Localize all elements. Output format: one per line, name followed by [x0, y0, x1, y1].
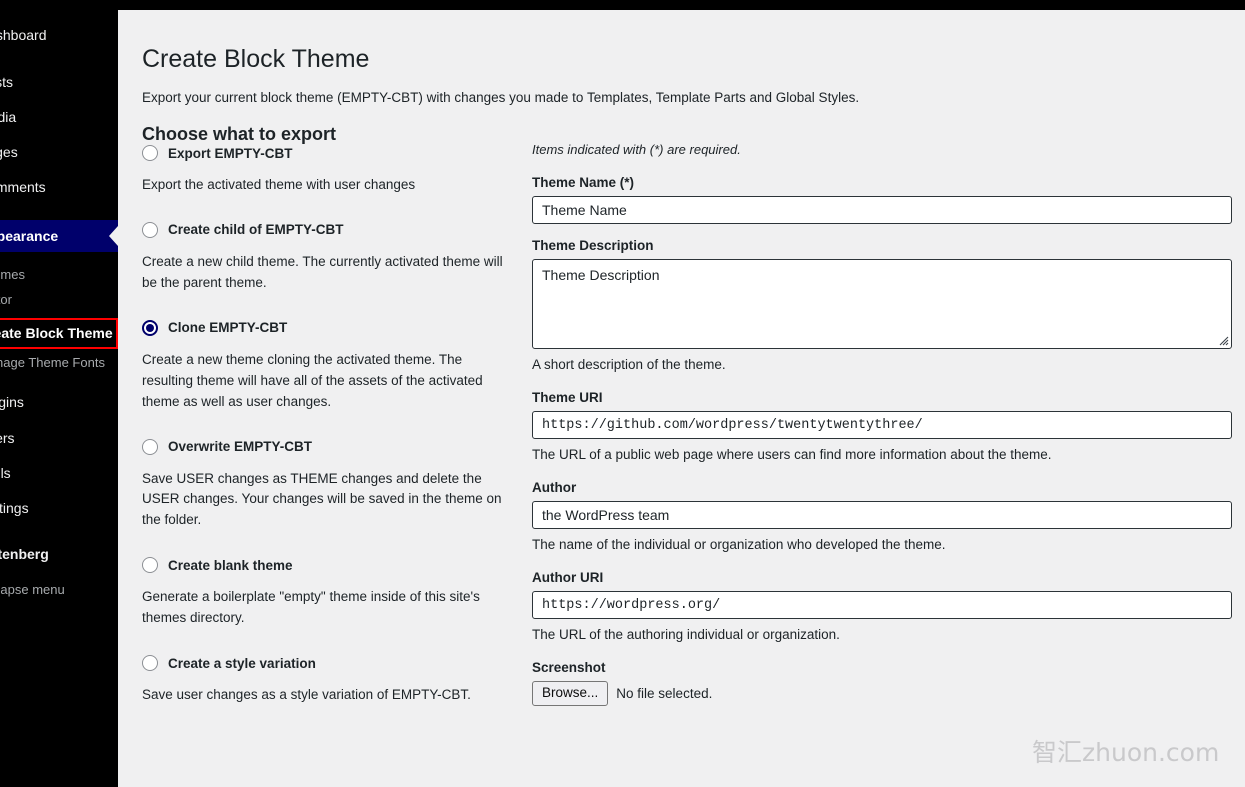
theme-name-label: Theme Name (*) — [532, 175, 635, 190]
theme-description-label: Theme Description — [532, 238, 654, 253]
sidebar-item-label: Posts — [0, 74, 14, 90]
sidebar-item-tools[interactable]: Tools — [0, 460, 118, 486]
export-option-description: Save user changes as a style variation o… — [142, 687, 471, 703]
sidebar-item-label: Appearance — [0, 228, 59, 244]
export-option-description: Create a new theme cloning the activated… — [142, 351, 483, 409]
sidebar-item-posts[interactable]: Posts — [0, 69, 118, 95]
sidebar-subitem-label: Manage Theme Fonts — [0, 355, 105, 370]
sidebar-subitem-label: Create Block Theme — [0, 325, 113, 341]
field-author: Author The name of the individual or org… — [532, 480, 1237, 552]
export-option-export-empty-cbt[interactable]: Export EMPTY-CBT Export the activated th… — [142, 142, 517, 196]
caret-right-icon — [109, 226, 118, 246]
sidebar-item-comments[interactable]: Comments — [0, 174, 118, 200]
export-option-label: Create a style variation — [168, 655, 316, 671]
sidebar-item-gutenberg[interactable]: Gutenberg — [0, 541, 118, 567]
sidebar-subitem-themes[interactable]: Themes — [0, 264, 118, 286]
author-help: The name of the individual or organizati… — [532, 537, 946, 552]
export-option-create-child-of-empty-cbt[interactable]: Create child of EMPTY-CBT Create a new c… — [142, 219, 517, 294]
field-theme-description: Theme Description Theme Description A sh… — [532, 238, 1237, 372]
sidebar-item-label: Media — [0, 109, 17, 125]
sidebar-subitem-editor[interactable]: Editor — [0, 289, 118, 311]
sidebar-item-pages[interactable]: Pages — [0, 139, 118, 165]
field-theme-uri: Theme URI The URL of a public web page w… — [532, 390, 1237, 462]
theme-description-help: A short description of the theme. — [532, 357, 726, 372]
author-uri-input[interactable] — [532, 591, 1232, 619]
theme-uri-label: Theme URI — [532, 390, 603, 405]
export-option-label: Create child of EMPTY-CBT — [168, 222, 344, 238]
export-option-overwrite-empty-cbt[interactable]: Overwrite EMPTY-CBT Save USER changes as… — [142, 436, 517, 532]
field-theme-name: Theme Name (*) — [532, 175, 1237, 224]
export-option-label: Overwrite EMPTY-CBT — [168, 439, 313, 455]
theme-description-textarea[interactable]: Theme Description — [532, 259, 1232, 349]
sidebar-subitem-manage-theme-fonts[interactable]: Manage Theme Fonts — [0, 352, 118, 374]
sidebar-item-label: Dashboard — [0, 27, 47, 43]
theme-uri-input[interactable] — [532, 411, 1232, 439]
radio-create-a-style-variation[interactable] — [142, 655, 158, 672]
field-screenshot: Screenshot Browse... No file selected. — [532, 660, 1237, 706]
admin-sidebar: Dashboard Posts Media Pages Comments App… — [0, 0, 118, 787]
sidebar-item-users[interactable]: Users — [0, 425, 118, 451]
author-label: Author — [532, 480, 577, 495]
radio-clone-empty-cbt[interactable] — [142, 319, 158, 336]
sidebar-subitem-create-block-theme[interactable]: Create Block Theme — [0, 322, 118, 344]
author-uri-help: The URL of the authoring individual or o… — [532, 627, 840, 642]
sidebar-subitem-label: Editor — [0, 292, 12, 307]
sidebar-item-media[interactable]: Media — [0, 104, 118, 130]
required-fields-note: Items indicated with (*) are required. — [532, 142, 741, 157]
sidebar-item-plugins[interactable]: Plugins — [0, 389, 118, 415]
sidebar-subitem-label: Themes — [0, 267, 25, 282]
radio-create-child-of-empty-cbt[interactable] — [142, 221, 158, 238]
collapse-menu-label: Collapse menu — [0, 582, 65, 597]
collapse-menu-button[interactable]: Collapse menu — [0, 577, 118, 603]
sidebar-item-label: Gutenberg — [0, 546, 49, 562]
sidebar-item-settings[interactable]: Settings — [0, 495, 118, 521]
export-option-description: Create a new child theme. The currently … — [142, 253, 503, 290]
sidebar-item-label: Pages — [0, 144, 18, 160]
radio-create-blank-theme[interactable] — [142, 557, 158, 574]
admin-bar — [0, 0, 1245, 10]
radio-export-empty-cbt[interactable] — [142, 145, 158, 161]
sidebar-item-label: Tools — [0, 465, 11, 481]
field-author-uri: Author URI The URL of the authoring indi… — [532, 570, 1237, 642]
export-option-clone-empty-cbt[interactable]: Clone EMPTY-CBT Create a new theme cloni… — [142, 317, 517, 413]
main-content: Create Block Theme Export your current b… — [118, 10, 1245, 787]
sidebar-item-label: Users — [0, 430, 15, 446]
export-option-label: Clone EMPTY-CBT — [168, 320, 288, 336]
author-input[interactable] — [532, 501, 1232, 529]
theme-name-input[interactable] — [532, 196, 1232, 224]
export-option-description: Save USER changes as THEME changes and d… — [142, 470, 502, 528]
sidebar-item-label: Plugins — [0, 394, 24, 410]
export-options-group: Export EMPTY-CBT Export the activated th… — [142, 142, 517, 729]
browse-button[interactable]: Browse... — [532, 681, 609, 706]
theme-metadata-form: Items indicated with (*) are required. T… — [532, 142, 1237, 706]
sidebar-item-label: Comments — [0, 179, 46, 195]
export-option-label: Create blank theme — [168, 557, 293, 573]
sidebar-item-dashboard[interactable]: Dashboard — [0, 22, 118, 48]
screenshot-label: Screenshot — [532, 660, 606, 675]
sidebar-item-appearance[interactable]: Appearance — [0, 220, 118, 252]
author-uri-label: Author URI — [532, 570, 604, 585]
export-option-description: Export the activated theme with user cha… — [142, 177, 416, 192]
export-option-description: Generate a boilerplate "empty" theme ins… — [142, 589, 480, 626]
export-option-label: Export EMPTY-CBT — [168, 145, 293, 161]
sidebar-item-label: Settings — [0, 500, 29, 516]
export-option-create-blank-theme[interactable]: Create blank theme Generate a boilerplat… — [142, 554, 517, 629]
page-title: Create Block Theme — [142, 44, 370, 73]
export-option-create-a-style-variation[interactable]: Create a style variation Save user chang… — [142, 652, 517, 706]
theme-uri-help: The URL of a public web page where users… — [532, 447, 1052, 462]
page-intro-text: Export your current block theme (EMPTY-C… — [142, 89, 860, 105]
radio-overwrite-empty-cbt[interactable] — [142, 438, 158, 455]
no-file-selected-text: No file selected. — [616, 685, 713, 701]
